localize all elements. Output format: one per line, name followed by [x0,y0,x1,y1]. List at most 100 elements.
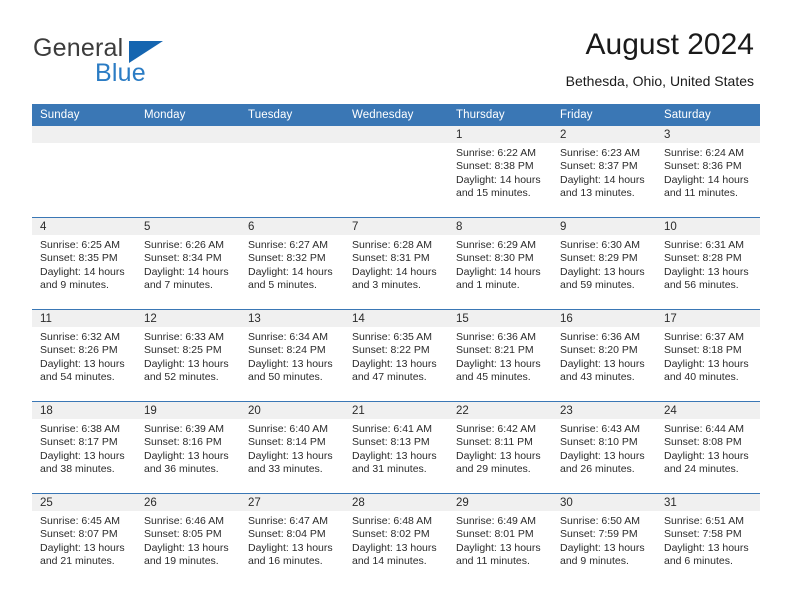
day-cell[interactable]: 3 Sunrise: 6:24 AM Sunset: 8:36 PM Dayli… [656,126,760,218]
daylight-text-line2: and 7 minutes. [144,279,213,292]
page-title: August 2024 [585,28,754,61]
day-cell[interactable]: 17 Sunrise: 6:37 AM Sunset: 8:18 PM Dayl… [656,309,760,402]
day-number: 12 [136,310,240,327]
day-cell[interactable]: 22 Sunrise: 6:42 AM Sunset: 8:11 PM Dayl… [448,401,552,494]
daylight-text-line2: and 15 minutes. [456,187,531,200]
daylight-text-line1: Daylight: 13 hours [144,449,229,462]
day-cell[interactable]: 7 Sunrise: 6:28 AM Sunset: 8:31 PM Dayli… [344,217,448,310]
day-cell[interactable]: 15 Sunrise: 6:36 AM Sunset: 8:21 PM Dayl… [448,309,552,402]
daylight-text-line1: Daylight: 13 hours [664,357,749,370]
sunrise-text: Sunrise: 6:39 AM [144,423,224,435]
day-cell[interactable] [136,126,240,218]
day-number: 5 [136,218,240,235]
day-cell[interactable]: 21 Sunrise: 6:41 AM Sunset: 8:13 PM Dayl… [344,401,448,494]
daylight-text-line2: and 14 minutes. [352,555,427,568]
week-row: 1 Sunrise: 6:22 AM Sunset: 8:38 PM Dayli… [32,126,760,218]
day-details: Sunrise: 6:47 AM Sunset: 8:04 PM Dayligh… [240,511,344,569]
daylight-text-line1: Daylight: 13 hours [352,541,437,554]
day-number: 1 [448,126,552,143]
day-details: Sunrise: 6:27 AM Sunset: 8:32 PM Dayligh… [240,235,344,293]
sunrise-text: Sunrise: 6:40 AM [248,423,328,435]
day-cell[interactable]: 28 Sunrise: 6:48 AM Sunset: 8:02 PM Dayl… [344,493,448,585]
sunrise-text: Sunrise: 6:36 AM [560,331,640,343]
sunset-text: Sunset: 8:11 PM [456,436,533,449]
day-number: 28 [344,494,448,511]
daylight-text-line1: Daylight: 14 hours [560,173,645,186]
day-cell[interactable]: 19 Sunrise: 6:39 AM Sunset: 8:16 PM Dayl… [136,401,240,494]
day-details: Sunrise: 6:49 AM Sunset: 8:01 PM Dayligh… [448,511,552,569]
sunrise-text: Sunrise: 6:50 AM [560,515,640,527]
day-cell[interactable]: 26 Sunrise: 6:46 AM Sunset: 8:05 PM Dayl… [136,493,240,585]
sunset-text: Sunset: 8:18 PM [664,344,742,357]
day-cell[interactable]: 10 Sunrise: 6:31 AM Sunset: 8:28 PM Dayl… [656,217,760,310]
day-cell[interactable]: 5 Sunrise: 6:26 AM Sunset: 8:34 PM Dayli… [136,217,240,310]
sunrise-text: Sunrise: 6:30 AM [560,239,640,251]
day-details: Sunrise: 6:25 AM Sunset: 8:35 PM Dayligh… [32,235,136,293]
day-details: Sunrise: 6:38 AM Sunset: 8:17 PM Dayligh… [32,419,136,477]
day-cell[interactable] [240,126,344,218]
day-number: 22 [448,402,552,419]
sunset-text: Sunset: 8:31 PM [352,252,430,265]
day-cell[interactable]: 13 Sunrise: 6:34 AM Sunset: 8:24 PM Dayl… [240,309,344,402]
day-cell[interactable]: 14 Sunrise: 6:35 AM Sunset: 8:22 PM Dayl… [344,309,448,402]
daylight-text-line2: and 50 minutes. [248,371,323,384]
week-row: 25 Sunrise: 6:45 AM Sunset: 8:07 PM Dayl… [32,493,760,585]
day-details: Sunrise: 6:33 AM Sunset: 8:25 PM Dayligh… [136,327,240,385]
day-number: 23 [552,402,656,419]
daylight-text-line2: and 33 minutes. [248,463,323,476]
sunrise-text: Sunrise: 6:43 AM [560,423,640,435]
day-cell[interactable]: 1 Sunrise: 6:22 AM Sunset: 8:38 PM Dayli… [448,126,552,218]
sunrise-text: Sunrise: 6:31 AM [664,239,744,251]
sunset-text: Sunset: 8:02 PM [352,528,430,541]
day-cell[interactable]: 11 Sunrise: 6:32 AM Sunset: 8:26 PM Dayl… [32,309,136,402]
day-number: 11 [32,310,136,327]
day-cell[interactable]: 6 Sunrise: 6:27 AM Sunset: 8:32 PM Dayli… [240,217,344,310]
day-cell[interactable]: 16 Sunrise: 6:36 AM Sunset: 8:20 PM Dayl… [552,309,656,402]
page-header: General Blue August 2024 Bethesda, Ohio,… [0,0,792,100]
daylight-text-line1: Daylight: 13 hours [560,357,645,370]
day-cell[interactable]: 30 Sunrise: 6:50 AM Sunset: 7:59 PM Dayl… [552,493,656,585]
day-cell[interactable]: 25 Sunrise: 6:45 AM Sunset: 8:07 PM Dayl… [32,493,136,585]
day-cell[interactable]: 9 Sunrise: 6:30 AM Sunset: 8:29 PM Dayli… [552,217,656,310]
day-cell[interactable]: 24 Sunrise: 6:44 AM Sunset: 8:08 PM Dayl… [656,401,760,494]
weekday-header-friday: Friday [552,104,656,126]
day-cell[interactable]: 27 Sunrise: 6:47 AM Sunset: 8:04 PM Dayl… [240,493,344,585]
day-cell[interactable]: 20 Sunrise: 6:40 AM Sunset: 8:14 PM Dayl… [240,401,344,494]
sunset-text: Sunset: 8:29 PM [560,252,638,265]
daylight-text-line1: Daylight: 13 hours [40,541,125,554]
day-details: Sunrise: 6:23 AM Sunset: 8:37 PM Dayligh… [552,143,656,201]
day-cell[interactable] [32,126,136,218]
day-details: Sunrise: 6:29 AM Sunset: 8:30 PM Dayligh… [448,235,552,293]
week-row: 18 Sunrise: 6:38 AM Sunset: 8:17 PM Dayl… [32,401,760,494]
day-cell[interactable]: 2 Sunrise: 6:23 AM Sunset: 8:37 PM Dayli… [552,126,656,218]
sunrise-text: Sunrise: 6:38 AM [40,423,120,435]
sunset-text: Sunset: 8:28 PM [664,252,742,265]
week-row: 11 Sunrise: 6:32 AM Sunset: 8:26 PM Dayl… [32,309,760,402]
sunrise-text: Sunrise: 6:51 AM [664,515,744,527]
day-cell[interactable]: 12 Sunrise: 6:33 AM Sunset: 8:25 PM Dayl… [136,309,240,402]
day-number: 17 [656,310,760,327]
day-number: 20 [240,402,344,419]
daylight-text-line2: and 47 minutes. [352,371,427,384]
day-cell[interactable]: 4 Sunrise: 6:25 AM Sunset: 8:35 PM Dayli… [32,217,136,310]
daylight-text-line1: Daylight: 13 hours [560,541,645,554]
sunset-text: Sunset: 8:22 PM [352,344,430,357]
day-details [32,143,136,147]
day-cell[interactable] [344,126,448,218]
sunset-text: Sunset: 8:08 PM [664,436,742,449]
sunrise-text: Sunrise: 6:29 AM [456,239,536,251]
day-number: 19 [136,402,240,419]
weekday-header-tuesday: Tuesday [240,104,344,126]
day-number: 26 [136,494,240,511]
daylight-text-line2: and 19 minutes. [144,555,219,568]
title-block: August 2024 Bethesda, Ohio, United State… [566,28,754,90]
day-cell[interactable]: 18 Sunrise: 6:38 AM Sunset: 8:17 PM Dayl… [32,401,136,494]
general-blue-logo[interactable]: General Blue [33,34,243,87]
day-cell[interactable]: 8 Sunrise: 6:29 AM Sunset: 8:30 PM Dayli… [448,217,552,310]
day-cell[interactable]: 23 Sunrise: 6:43 AM Sunset: 8:10 PM Dayl… [552,401,656,494]
day-details: Sunrise: 6:24 AM Sunset: 8:36 PM Dayligh… [656,143,760,201]
day-cell[interactable]: 29 Sunrise: 6:49 AM Sunset: 8:01 PM Dayl… [448,493,552,585]
day-cell[interactable]: 31 Sunrise: 6:51 AM Sunset: 7:58 PM Dayl… [656,493,760,585]
weekday-header-saturday: Saturday [656,104,760,126]
day-number: 31 [656,494,760,511]
